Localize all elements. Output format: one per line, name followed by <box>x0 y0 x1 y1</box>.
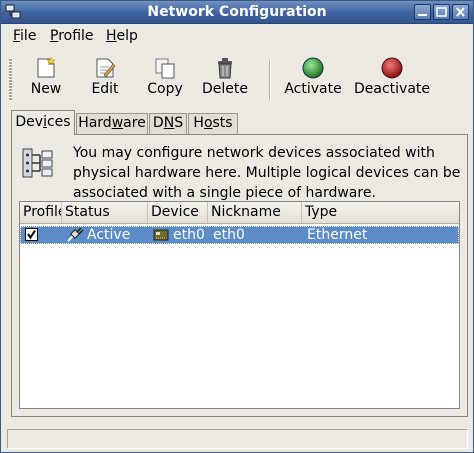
table-row[interactable]: Active eth0 eth0 Ethernet <box>20 226 459 244</box>
menu-file[interactable]: File <box>13 28 36 44</box>
check-mark-icon <box>27 229 36 240</box>
toolbar-grip[interactable] <box>9 58 12 100</box>
toolbar-separator <box>269 60 271 100</box>
tab-hardware[interactable]: Hardware <box>76 113 148 134</box>
ethernet-card-icon <box>153 229 169 241</box>
delete-icon <box>218 58 232 79</box>
tab-devices[interactable]: Devices <box>11 110 75 135</box>
close-button[interactable] <box>452 4 469 20</box>
deactivate-icon <box>381 57 403 79</box>
devices-panel: You may configure network devices associ… <box>11 134 468 417</box>
copy-icon <box>155 58 175 79</box>
tab-hosts[interactable]: Hosts <box>188 113 238 134</box>
profile-checkbox[interactable] <box>25 228 38 241</box>
column-status[interactable]: Status <box>62 202 148 223</box>
delete-button[interactable]: Delete <box>197 54 253 104</box>
new-button[interactable]: New <box>23 54 69 104</box>
column-profile[interactable]: Profile <box>20 202 62 223</box>
window-title: Network Configuration <box>147 4 327 20</box>
device-list[interactable]: Profile Status Device Nickname Type Acti… <box>19 201 460 409</box>
new-icon <box>37 56 56 78</box>
type-cell: Ethernet <box>307 227 368 243</box>
list-header: Profile Status Device Nickname Type <box>20 202 459 224</box>
menu-profile[interactable]: Profile <box>50 28 94 44</box>
devices-description: You may configure network devices associ… <box>73 145 461 201</box>
active-status-icon <box>67 227 84 242</box>
title-bar[interactable]: Network Configuration <box>1 1 473 24</box>
copy-button[interactable]: Copy <box>141 54 189 104</box>
toolbar: New Edit Copy Delete Activate Deactivate <box>1 50 473 106</box>
activate-button[interactable]: Activate <box>281 54 345 104</box>
edit-icon <box>96 58 116 78</box>
close-icon <box>456 7 465 17</box>
column-nickname[interactable]: Nickname <box>208 202 302 223</box>
maximize-button[interactable] <box>433 4 450 20</box>
column-device[interactable]: Device <box>148 202 208 223</box>
tab-dns[interactable]: DNS <box>149 113 187 134</box>
network-configuration-window: Network Configuration File Profile Help … <box>0 0 474 453</box>
activate-icon <box>302 57 324 79</box>
deactivate-button[interactable]: Deactivate <box>351 54 433 104</box>
maximize-icon <box>436 7 447 17</box>
menu-help[interactable]: Help <box>106 28 138 44</box>
menu-bar: File Profile Help <box>1 24 473 48</box>
device-cell: eth0 <box>173 227 205 243</box>
nickname-cell: eth0 <box>213 227 245 243</box>
minimize-icon <box>418 14 427 16</box>
network-devices-icon <box>22 148 53 178</box>
status-cell: Active <box>87 227 131 243</box>
status-bar <box>7 429 468 449</box>
minimize-button[interactable] <box>414 4 431 20</box>
column-type[interactable]: Type <box>302 202 459 223</box>
edit-button[interactable]: Edit <box>83 54 127 104</box>
